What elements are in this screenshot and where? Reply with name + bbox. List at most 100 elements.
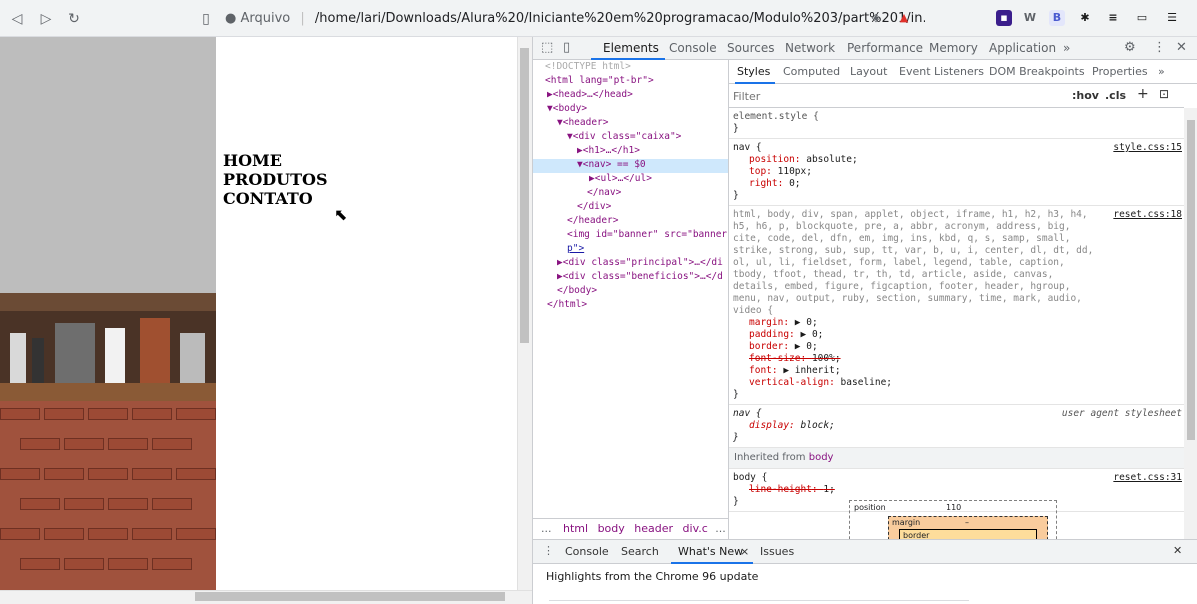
cls-toggle[interactable]: .cls — [1105, 89, 1126, 102]
dom-node[interactable]: ▶<div class="beneficios">…</d — [557, 270, 723, 284]
inspect-icon[interactable]: ⬚ — [541, 40, 553, 55]
prop-value[interactable]: ▶ 0; — [801, 329, 824, 340]
drawer-menu-icon[interactable]: ⋮ — [543, 544, 554, 557]
menu-icon[interactable]: ☰ — [1164, 10, 1180, 26]
dom-node[interactable]: ▼<div class="caixa"> — [567, 130, 681, 144]
tab-network[interactable]: Network — [785, 41, 835, 55]
dom-node[interactable]: <img id="banner" src="banner — [567, 228, 727, 242]
tab-console[interactable]: Console — [669, 41, 717, 55]
bookmark-icon[interactable]: ▯ — [196, 9, 216, 29]
dom-node[interactable]: ▼<header> — [557, 116, 608, 130]
nav-link-home[interactable]: HOME — [223, 151, 328, 170]
nav-link-produtos[interactable]: PRODUTOS — [223, 170, 328, 189]
prop-value[interactable]: ▶ inherit; — [783, 365, 840, 376]
info-icon[interactable]: ● — [225, 11, 236, 26]
subtab-computed[interactable]: Computed — [783, 65, 840, 78]
sidebar-toggle-icon[interactable]: ⊡ — [1159, 87, 1169, 101]
close-drawer-icon[interactable]: ✕ — [1173, 544, 1182, 557]
extension-b-icon[interactable]: B — [1049, 10, 1065, 26]
new-rule-icon[interactable]: + — [1137, 86, 1149, 102]
extension-icon[interactable]: ▪ — [996, 10, 1012, 26]
prop-value[interactable]: absolute; — [806, 154, 857, 165]
rule-source-link[interactable]: style.css:15 — [1113, 142, 1182, 154]
forward-icon[interactable]: ▷ — [36, 9, 56, 29]
inherited-from-link[interactable]: body — [809, 452, 834, 463]
box-margin-value[interactable]: – — [965, 518, 969, 527]
reload-icon[interactable]: ↻ — [64, 9, 84, 29]
kebab-menu-icon[interactable]: ⋮ — [1153, 40, 1166, 55]
puzzle-icon[interactable]: ✱ — [1077, 10, 1093, 26]
dom-node-selected[interactable]: ▼<nav> == $0 — [577, 158, 646, 172]
rule-selector[interactable]: element.style { — [733, 111, 1180, 123]
box-position-value[interactable]: 110 — [946, 503, 961, 512]
dom-node[interactable]: </header> — [567, 214, 618, 228]
dom-node[interactable]: <html lang="pt-br"> — [545, 74, 654, 88]
drawer-tab-issues[interactable]: Issues — [760, 545, 794, 558]
prop-name[interactable]: font — [749, 365, 772, 376]
subtab-styles[interactable]: Styles — [737, 65, 770, 78]
brave-rewards-icon[interactable]: ▲ — [896, 10, 912, 26]
settings-gear-icon[interactable]: ⚙ — [1124, 40, 1136, 55]
prop-name[interactable]: display — [749, 420, 789, 431]
dom-node[interactable]: p"> — [567, 242, 584, 256]
prop-name[interactable]: line-height — [749, 484, 812, 495]
tab-elements[interactable]: Elements — [603, 41, 659, 55]
prop-value[interactable]: ▶ 0; — [795, 317, 818, 328]
back-icon[interactable]: ◁ — [7, 9, 27, 29]
close-devtools-icon[interactable]: ✕ — [1176, 40, 1187, 55]
subtab-layout[interactable]: Layout — [850, 65, 887, 78]
drawer-tab-console[interactable]: Console — [565, 545, 609, 558]
breadcrumb-item[interactable]: ... — [541, 522, 552, 535]
prop-value[interactable]: 1; — [823, 484, 834, 495]
prop-value[interactable]: 100%; — [812, 353, 841, 364]
page-hscroll-thumb[interactable] — [195, 592, 505, 601]
subtab-more[interactable]: » — [1158, 65, 1165, 78]
breadcrumb-item[interactable]: header — [634, 522, 673, 535]
breadcrumb-item[interactable]: html — [563, 522, 588, 535]
dom-node[interactable]: ▶<div class="principal">…</di — [557, 256, 723, 270]
prop-name[interactable]: top — [749, 166, 766, 177]
hov-toggle[interactable]: :hov — [1072, 89, 1099, 102]
page-scroll-thumb[interactable] — [520, 48, 529, 343]
url-text[interactable]: /home/lari/Downloads/Alura%20/Iniciante%… — [315, 11, 925, 26]
drawer-tab-whats-new[interactable]: What's New — [678, 545, 743, 558]
prop-value[interactable]: baseline; — [841, 377, 892, 388]
word-extension-icon[interactable]: W — [1022, 10, 1038, 26]
filter-input[interactable] — [733, 88, 1053, 104]
prop-value[interactable]: ▶ 0; — [795, 341, 818, 352]
reading-list-icon[interactable]: ≡ — [1105, 10, 1121, 26]
tab-performance[interactable]: Performance — [847, 41, 923, 55]
prop-value[interactable]: 110px; — [778, 166, 812, 177]
rule-source-link[interactable]: reset.css:31 — [1113, 472, 1182, 484]
prop-value[interactable]: block; — [801, 420, 835, 431]
subtab-properties[interactable]: Properties — [1092, 65, 1148, 78]
prop-name[interactable]: padding — [749, 329, 789, 340]
subtab-event-listeners[interactable]: Event Listeners — [899, 65, 984, 78]
breadcrumb-item[interactable]: div.c — [683, 522, 708, 535]
dom-node[interactable]: <!DOCTYPE html> — [545, 60, 631, 74]
breadcrumb-item[interactable]: body — [598, 522, 625, 535]
prop-name[interactable]: margin — [749, 317, 783, 328]
rule-selector[interactable]: html, body, div, span, applet, object, i… — [733, 209, 1180, 317]
prop-name[interactable]: position — [749, 154, 795, 165]
tab-more[interactable]: » — [1063, 41, 1070, 55]
dom-node[interactable]: </html> — [547, 298, 587, 312]
dom-node[interactable]: ▼<body> — [547, 102, 587, 116]
close-tab-icon[interactable]: × — [740, 545, 749, 558]
subtab-dom-breakpoints[interactable]: DOM Breakpoints — [989, 65, 1085, 78]
dom-node[interactable]: </nav> — [587, 186, 621, 200]
device-toggle-icon[interactable]: ▯ — [563, 40, 570, 55]
dom-node[interactable]: </div> — [577, 200, 611, 214]
tab-memory[interactable]: Memory — [929, 41, 978, 55]
dom-node[interactable]: </body> — [557, 284, 597, 298]
dom-node[interactable]: ▶<ul>…</ul> — [589, 172, 652, 186]
nav-link-contato[interactable]: CONTATO — [223, 189, 328, 208]
prop-name[interactable]: font-size — [749, 353, 800, 364]
styles-scroll-thumb[interactable] — [1187, 120, 1195, 440]
dom-node[interactable]: ▶<head>…</head> — [547, 88, 633, 102]
prop-name[interactable]: right — [749, 178, 778, 189]
wallet-icon[interactable]: ▭ — [1134, 10, 1150, 26]
address-bar[interactable]: ● Arquivo | /home/lari/Downloads/Alura%2… — [225, 7, 925, 31]
prop-value[interactable]: 0; — [789, 178, 800, 189]
prop-name[interactable]: vertical-align — [749, 377, 829, 388]
